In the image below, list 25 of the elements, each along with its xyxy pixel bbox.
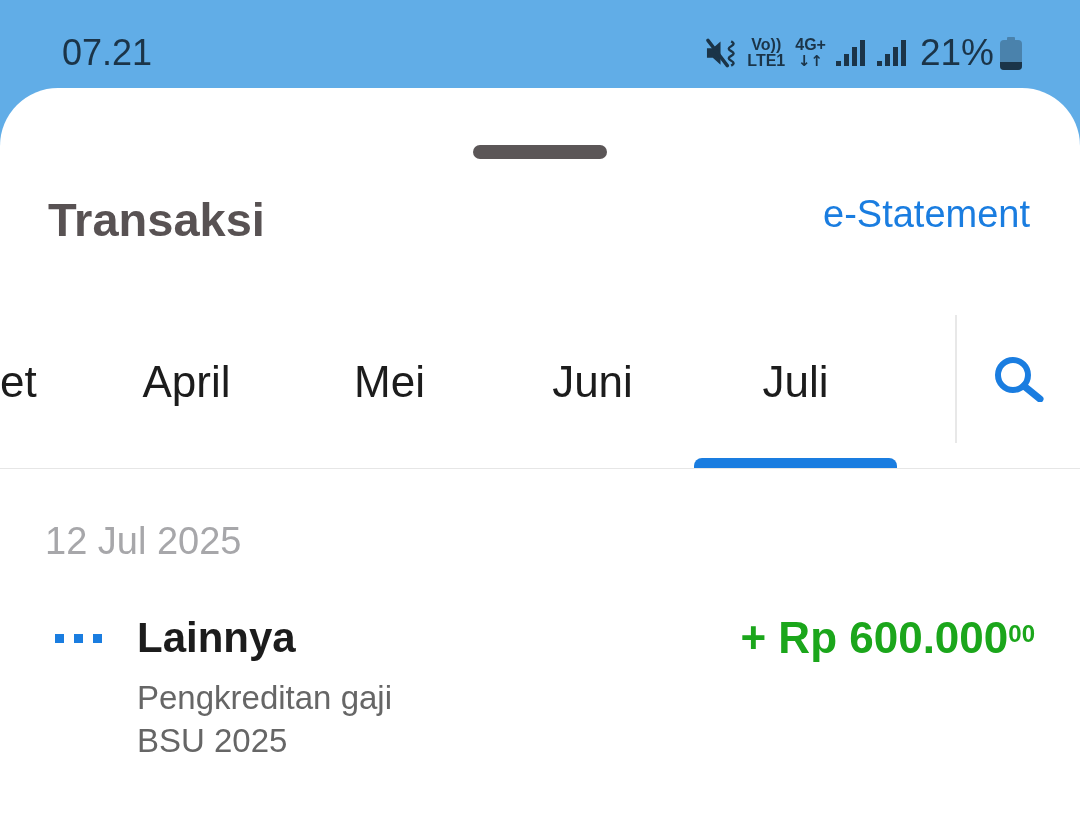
lte-label: LTE1 [747,53,786,69]
e-statement-link[interactable]: e-Statement [823,192,1030,236]
mute-vibrate-icon [706,37,738,69]
search-icon [993,356,1044,402]
transaction-description: Pengkreditan gaji BSU 2025 [137,678,393,761]
more-dots-icon [55,634,102,643]
month-tab[interactable]: Juli [694,315,897,468]
battery-percent: 21% [919,32,994,74]
network-type-label: 4G+ [795,37,826,53]
month-tab[interactable]: et [0,315,85,468]
transaction-category: Lainnya [137,613,296,663]
drag-handle[interactable] [473,145,607,159]
month-tab[interactable]: Juni [491,315,694,468]
search-button[interactable] [993,356,1044,402]
data-arrows-label: ↓↑ [798,53,824,69]
transaction-date: 12 Jul 2025 [45,519,242,564]
status-time: 07.21 [62,32,153,74]
signal-icon [876,40,908,66]
volte-label: Vo)) [751,37,782,53]
page-title: Transaksi [48,192,265,248]
month-tab[interactable]: April [85,315,288,468]
battery-icon [1000,36,1022,70]
transaction-amount: + Rp 600.000$^{00}$ [740,613,1035,663]
month-tab[interactable]: Mei [288,315,491,468]
signal-icon [835,40,867,66]
